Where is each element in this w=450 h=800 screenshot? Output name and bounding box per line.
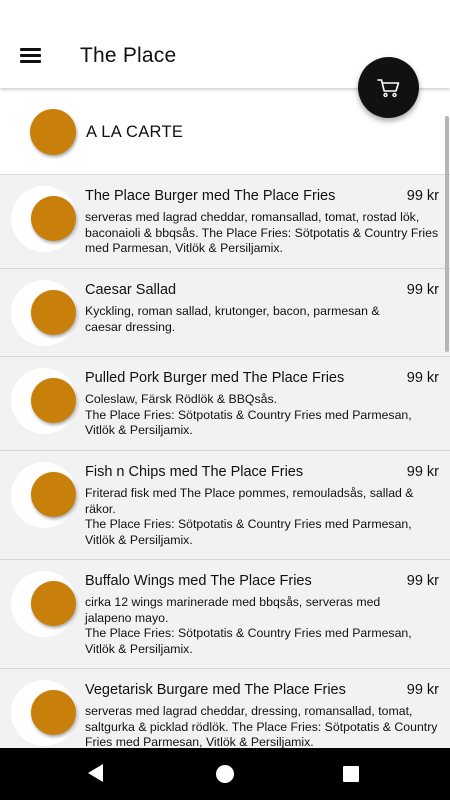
item-name: Buffalo Wings med The Place Fries [85, 573, 312, 589]
menu-list[interactable]: A LA CARTE The Place Burger med The Plac… [0, 88, 450, 748]
item-description: Coleslaw, Färsk Rödlök & BBQsås. The Pla… [85, 392, 412, 437]
item-name: Caesar Sallad [85, 282, 177, 298]
item-description: cirka 12 wings marinerade med bbqsås, se… [85, 595, 412, 656]
item-name: The Place Burger med The Place Fries [85, 188, 336, 204]
item-price: 99 kr [406, 573, 439, 589]
item-name: Fish n Chips med The Place Fries [85, 464, 304, 480]
category-title: A LA CARTE [86, 123, 184, 141]
cart-button[interactable] [358, 57, 419, 118]
menu-item[interactable]: The Place Burger med The Place Fries 99 … [0, 175, 450, 269]
item-price: 99 kr [406, 682, 439, 698]
back-triangle-icon[interactable] [88, 764, 103, 782]
item-description: serveras med lagrad cheddar, romansallad… [85, 210, 439, 255]
menu-item[interactable]: Caesar Sallad 99 kr Kyckling, roman sall… [0, 269, 450, 357]
item-image [11, 462, 77, 528]
item-image [11, 280, 77, 346]
home-circle-icon[interactable] [216, 765, 234, 783]
item-price: 99 kr [406, 370, 439, 386]
item-description: Kyckling, roman sallad, krutonger, bacon… [85, 304, 380, 334]
scrollbar[interactable] [445, 116, 449, 352]
menu-item[interactable]: Fish n Chips med The Place Fries 99 kr F… [0, 451, 450, 560]
item-name: Vegetarisk Burgare med The Place Fries [85, 682, 346, 698]
recent-apps-square-icon[interactable] [343, 766, 359, 782]
system-navigation-bar [0, 748, 450, 800]
item-price: 99 kr [406, 188, 439, 204]
menu-item[interactable]: Vegetarisk Burgare med The Place Fries 9… [0, 669, 450, 748]
item-name: Pulled Pork Burger med The Place Fries [85, 370, 345, 386]
item-description: Friterad fisk med The Place pommes, remo… [85, 486, 414, 547]
item-image [11, 368, 77, 434]
shopping-cart-icon [376, 78, 399, 97]
page-title: The Place [80, 44, 177, 67]
item-description: serveras med lagrad cheddar, dressing, r… [85, 704, 438, 748]
category-image [30, 109, 76, 155]
item-image [11, 571, 77, 637]
item-image [11, 186, 77, 252]
item-image [11, 680, 77, 746]
item-price: 99 kr [406, 282, 439, 298]
hamburger-menu-icon[interactable] [16, 44, 46, 68]
item-price: 99 kr [406, 464, 439, 480]
menu-item[interactable]: Pulled Pork Burger med The Place Fries 9… [0, 357, 450, 451]
menu-item[interactable]: Buffalo Wings med The Place Fries 99 kr … [0, 560, 450, 669]
